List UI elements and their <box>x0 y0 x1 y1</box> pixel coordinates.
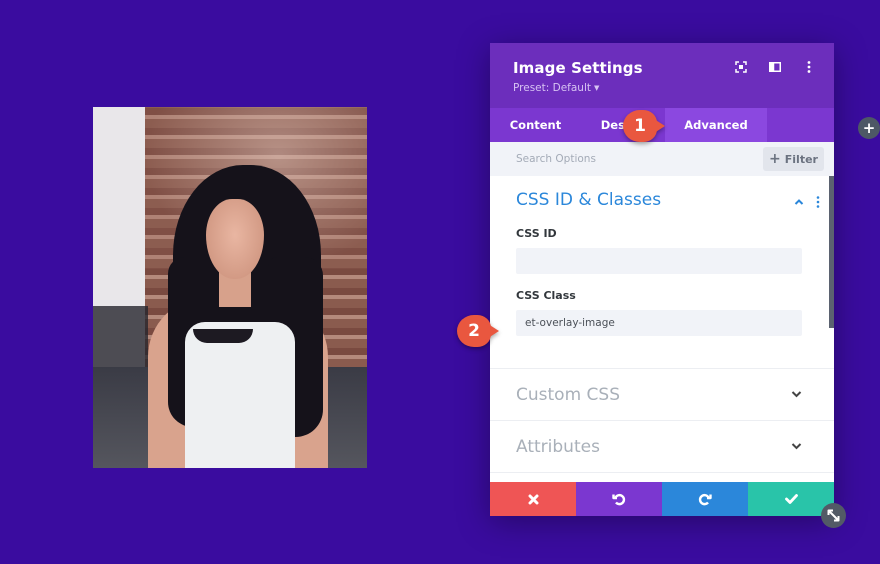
split-view-icon[interactable] <box>768 60 782 74</box>
section-title: Attributes <box>516 436 600 457</box>
section-title: Custom CSS <box>516 384 620 405</box>
redo-button[interactable] <box>662 482 748 516</box>
add-module-button[interactable]: + <box>858 117 880 139</box>
css-id-input[interactable] <box>516 248 802 274</box>
search-row: + Filter <box>490 142 834 176</box>
search-options-input[interactable] <box>516 153 746 165</box>
plus-icon: + <box>862 119 876 137</box>
panel-footer <box>490 482 834 516</box>
caret-down-icon: ▼ <box>593 84 600 92</box>
undo-button[interactable] <box>576 482 662 516</box>
css-id-label: CSS ID <box>516 227 557 240</box>
chevron-up-icon[interactable] <box>794 197 804 207</box>
redo-icon <box>698 493 712 506</box>
plus-icon: + <box>769 151 781 167</box>
section-attributes[interactable]: Attributes <box>490 421 834 473</box>
step-callout-1: 1 <box>623 110 665 142</box>
section-controls <box>794 196 820 208</box>
panel-body: CSS ID & Classes CSS ID CSS Class Custom… <box>490 176 834 482</box>
photo-person-tank-top <box>185 322 295 468</box>
section-css-id-classes: CSS ID & Classes CSS ID CSS Class <box>490 176 834 369</box>
filter-label: Filter <box>784 152 818 166</box>
close-icon <box>528 494 538 504</box>
css-class-label: CSS Class <box>516 289 576 302</box>
photo-person-undershirt <box>193 329 253 343</box>
focus-icon[interactable] <box>734 60 748 74</box>
preset-selector[interactable]: Preset: Default ▼ <box>513 82 834 94</box>
cancel-button[interactable] <box>490 482 576 516</box>
image-module-photo[interactable] <box>93 107 367 468</box>
panel-header: Image Settings Preset: Default ▼ <box>490 43 834 108</box>
panel-header-icons <box>734 60 816 74</box>
check-icon <box>784 494 798 504</box>
callout-pointer <box>485 322 499 340</box>
step-callout-2: 2 <box>457 315 499 347</box>
filter-button[interactable]: + Filter <box>763 147 824 171</box>
tab-content[interactable]: Content <box>490 108 581 142</box>
css-class-input[interactable] <box>516 310 802 336</box>
resize-arrows-icon <box>827 509 840 522</box>
more-options-icon[interactable] <box>802 60 816 74</box>
section-more-icon[interactable] <box>816 196 820 208</box>
chevron-down-icon[interactable] <box>791 390 802 398</box>
callout-pointer <box>651 117 665 135</box>
undo-icon <box>612 493 626 506</box>
tab-advanced[interactable]: Advanced <box>665 108 767 142</box>
section-custom-css[interactable]: Custom CSS <box>490 369 834 421</box>
chevron-down-icon[interactable] <box>791 442 802 450</box>
section-title[interactable]: CSS ID & Classes <box>516 190 808 210</box>
preset-label: Preset: Default <box>513 82 591 94</box>
panel-resize-handle[interactable] <box>821 503 846 528</box>
